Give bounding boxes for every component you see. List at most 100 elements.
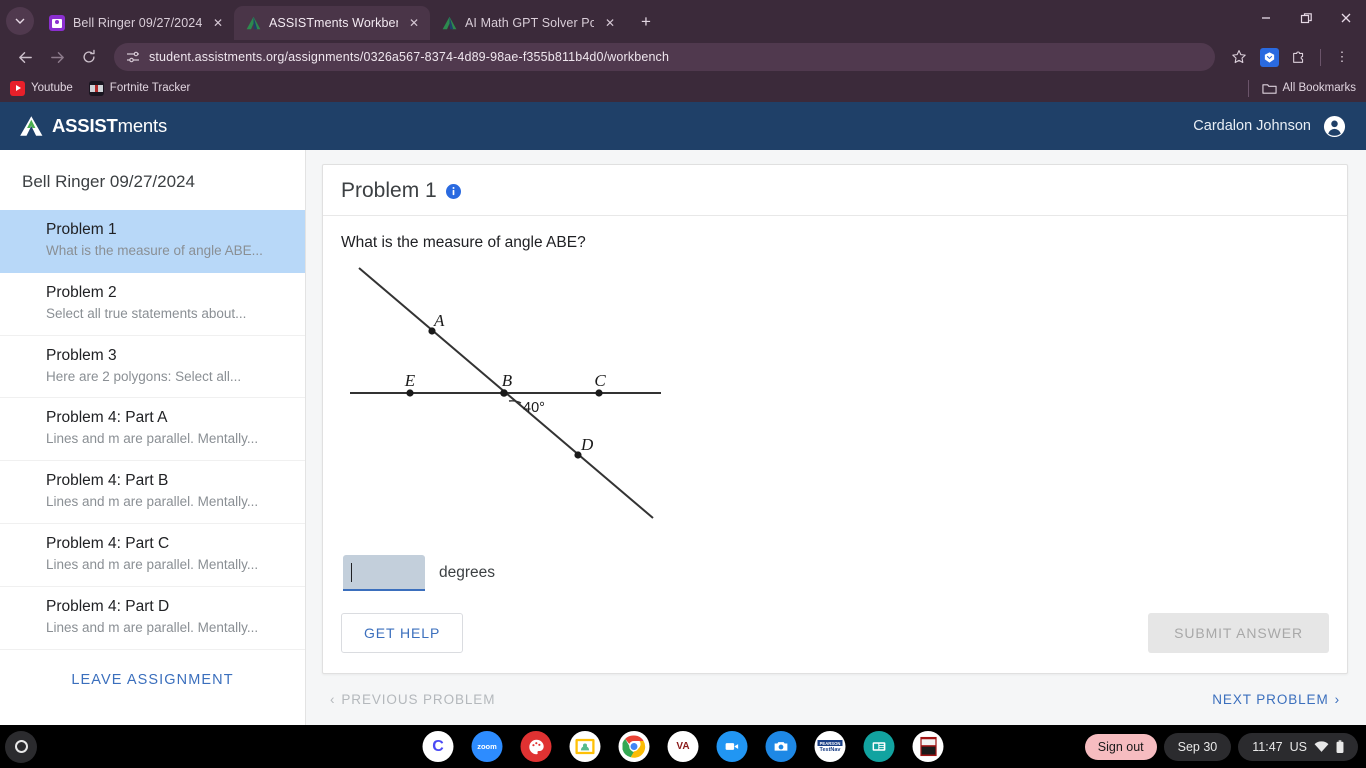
get-help-button[interactable]: GET HELP <box>341 613 464 653</box>
sidebar-item-problem-4-part-a[interactable]: Problem 4: Part A Lines and m are parall… <box>0 398 305 462</box>
sidebar-item-problem-2[interactable]: Problem 2 Select all true statements abo… <box>0 273 305 336</box>
sidebar-item-problem-1[interactable]: Problem 1 What is the measure of angle A… <box>0 210 305 273</box>
launcher-icon[interactable] <box>5 730 37 763</box>
web-page: ASSISTments Cardalon Johnson Bell Ringer… <box>0 102 1366 727</box>
problem-card: Problem 1 What is the measure of angle A… <box>322 164 1348 674</box>
info-icon[interactable] <box>445 183 461 199</box>
problem-list: Problem 1 What is the measure of angle A… <box>0 210 305 727</box>
pearson-testnav-icon[interactable]: PEARSON TestNav <box>814 731 846 762</box>
folder-icon <box>1261 81 1277 96</box>
restore-window-icon[interactable] <box>1286 0 1326 36</box>
presentation-icon[interactable] <box>863 731 895 762</box>
book-icon[interactable] <box>912 731 944 762</box>
assistments-icon <box>245 15 261 31</box>
tab-title: Bell Ringer 09/27/2024 <box>73 16 202 30</box>
bookmark-youtube[interactable]: Youtube <box>10 80 73 96</box>
forward-button[interactable] <box>42 43 72 71</box>
user-name: Cardalon Johnson <box>1193 118 1311 134</box>
sidebar-item-problem-4-part-b[interactable]: Problem 4: Part B Lines and m are parall… <box>0 461 305 525</box>
assistments-wordmark: ASSISTments <box>52 115 167 137</box>
va-school-icon[interactable]: VA <box>667 731 699 762</box>
reload-button[interactable] <box>74 43 104 71</box>
bookmark-label: Youtube <box>31 82 73 94</box>
sidebar-item-problem-4-part-d[interactable]: Problem 4: Part D Lines and m are parall… <box>0 587 305 650</box>
new-tab-button[interactable]: + <box>632 8 660 36</box>
header-user-area[interactable]: Cardalon Johnson <box>1193 115 1346 138</box>
close-icon[interactable]: ✕ <box>210 16 226 30</box>
sidebar-item-problem-4-part-c[interactable]: Problem 4: Part C Lines and m are parall… <box>0 524 305 587</box>
date-pill[interactable]: Sep 30 <box>1163 732 1232 761</box>
answer-unit-label: degrees <box>439 564 496 581</box>
google-classroom-icon[interactable] <box>569 731 601 762</box>
youtube-icon <box>10 80 25 96</box>
close-window-icon[interactable] <box>1326 0 1366 36</box>
bookmarks-bar: Youtube Fortnite Tracker All Bookmarks <box>0 74 1366 102</box>
chevron-right-icon: › <box>1334 692 1340 707</box>
page-body: Bell Ringer 09/27/2024 Problem 1 What is… <box>0 150 1366 727</box>
problem-navigation: ‹ PREVIOUS PROBLEM NEXT PROBLEM › <box>322 674 1348 707</box>
question-text: What is the measure of angle ABE? <box>341 234 586 251</box>
toolbar-divider <box>1320 48 1321 66</box>
svg-text:C: C <box>594 371 606 390</box>
browser-tab-1[interactable]: ASSISTments Workbench ✕ <box>234 6 430 40</box>
video-camera-icon[interactable] <box>716 731 748 762</box>
app-tray: C zoom VA PEARSON TestNav <box>422 731 944 762</box>
answer-input[interactable] <box>343 555 425 591</box>
google-chrome-icon[interactable] <box>618 731 650 762</box>
extensions-puzzle-icon[interactable] <box>1285 43 1313 71</box>
assignment-title: Bell Ringer 09/27/2024 <box>22 172 195 191</box>
chevron-left-icon: ‹ <box>330 692 336 707</box>
bookmarks-divider <box>1247 79 1249 97</box>
main-content: Problem 1 What is the measure of angle A… <box>306 150 1366 727</box>
fortnite-tracker-icon <box>88 80 104 96</box>
system-tray[interactable]: 11:47 US <box>1238 732 1358 761</box>
svg-text:40°: 40° <box>523 400 545 416</box>
clever-icon[interactable]: C <box>422 731 454 762</box>
extension-icon[interactable] <box>1255 43 1283 71</box>
assistments-logo[interactable]: ASSISTments <box>20 115 167 137</box>
problem-sidebar: Bell Ringer 09/27/2024 Problem 1 What is… <box>0 150 306 727</box>
url-text: student.assistments.org/assignments/0326… <box>149 50 670 64</box>
sidebar-item-problem-3[interactable]: Problem 3 Here are 2 polygons: Select al… <box>0 336 305 399</box>
problem-name: Problem 4: Part A <box>46 409 168 427</box>
avatar[interactable] <box>1323 115 1346 138</box>
previous-problem-button[interactable]: ‹ PREVIOUS PROBLEM <box>330 692 495 707</box>
back-button[interactable] <box>10 43 40 71</box>
problem-card-body: What is the measure of angle ABE? A E B … <box>323 216 1347 591</box>
next-problem-button[interactable]: NEXT PROBLEM › <box>1212 692 1340 707</box>
brand-bold: ASSIST <box>52 115 118 136</box>
problem-name: Problem 4: Part B <box>46 472 169 490</box>
tab-strip: Bell Ringer 09/27/2024 ✕ ASSISTments Wor… <box>0 0 1366 40</box>
bookmark-star-icon[interactable] <box>1225 43 1253 71</box>
page-title: Problem 1 <box>341 179 437 202</box>
browser-tab-2[interactable]: AI Math GPT Solver Powered b ✕ <box>430 6 626 40</box>
submit-answer-button[interactable]: SUBMIT ANSWER <box>1148 613 1329 653</box>
battery-icon <box>1336 739 1344 754</box>
address-bar[interactable]: student.assistments.org/assignments/0326… <box>114 43 1215 71</box>
tab-title: AI Math GPT Solver Powered b <box>465 16 594 30</box>
site-settings-tune-icon[interactable] <box>126 50 140 64</box>
all-bookmarks-button[interactable]: All Bookmarks <box>1261 81 1356 96</box>
minimize-icon[interactable] <box>1246 0 1286 36</box>
problem-desc: Lines and m are parallel. Mentally... <box>46 431 259 447</box>
zoom-icon[interactable]: zoom <box>471 731 503 762</box>
tab-search-chevron-down-icon[interactable] <box>6 7 34 35</box>
close-icon[interactable]: ✕ <box>406 16 422 30</box>
text-caret <box>351 562 352 582</box>
bookmark-fortnite-tracker[interactable]: Fortnite Tracker <box>88 80 190 96</box>
browser-menu-icon[interactable]: ⋮ <box>1328 43 1356 71</box>
problem-desc: What is the measure of angle ABE... <box>46 242 263 258</box>
leave-assignment-button[interactable]: LEAVE ASSIGNMENT <box>0 650 305 706</box>
problem-card-header: Problem 1 <box>323 165 1347 216</box>
sign-out-button[interactable]: Sign out <box>1084 733 1157 760</box>
camera-icon[interactable] <box>765 731 797 762</box>
brand-light: ments <box>117 115 168 136</box>
window-controls <box>1246 0 1366 36</box>
browser-toolbar: student.assistments.org/assignments/0326… <box>0 40 1366 74</box>
assistments-logo-icon <box>20 115 43 137</box>
classroom-icon <box>49 15 65 31</box>
close-icon[interactable]: ✕ <box>602 16 618 30</box>
art-palette-icon[interactable] <box>520 731 552 762</box>
geometry-diagram: A E B C D 40° <box>341 252 1329 537</box>
browser-tab-0[interactable]: Bell Ringer 09/27/2024 ✕ <box>38 6 234 40</box>
